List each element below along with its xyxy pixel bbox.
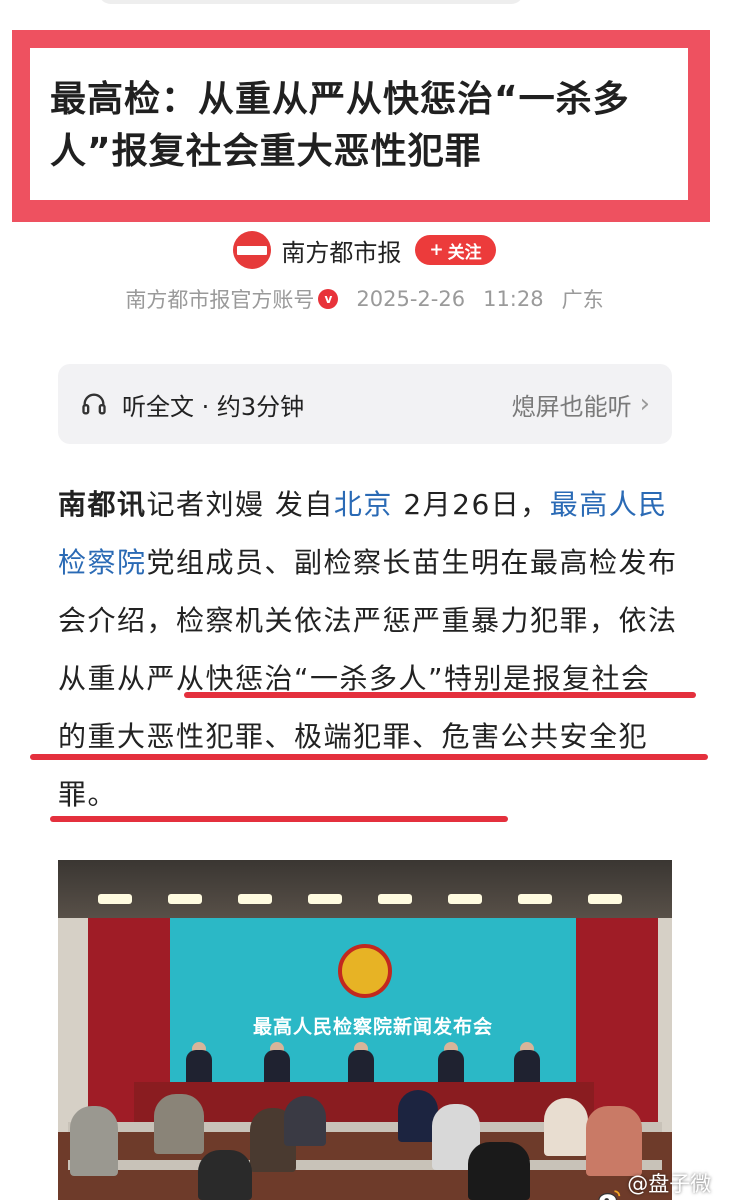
headphone-icon — [82, 393, 106, 415]
chevron-right-icon: › — [639, 389, 650, 419]
meta-row: 南方都市报官方账号 v 2025-2-26 11:28 广东 — [0, 282, 729, 316]
screen-off-listen-link[interactable]: 熄屏也能听 — [512, 387, 632, 422]
article-text-3: 党组成员、副检察长苗生明在最高检发布会介绍，检察机关依法严惩严重暴力犯罪，依法从… — [58, 546, 678, 811]
article-text-2: 2月26日， — [392, 488, 550, 521]
follow-label: 关注 — [447, 242, 482, 263]
screen-caption: 最高人民检察院新闻发布会 — [252, 1016, 493, 1038]
publish-time: 11:28 — [483, 287, 544, 311]
plus-icon: + — [429, 240, 444, 260]
article-body: 南都讯记者刘嫚 发自北京 2月26日，最高人民检察院党组成员、副检察长苗生明在最… — [58, 476, 678, 824]
publisher-logo-icon[interactable] — [233, 231, 272, 269]
article-lead: 南都讯 — [58, 488, 147, 521]
author-row: 南方都市报 + 关注 — [0, 230, 729, 270]
listen-bar[interactable]: 听全文 · 约3分钟 熄屏也能听 › — [58, 364, 672, 444]
highlight-underline-1 — [184, 692, 696, 698]
publish-location: 广东 — [561, 288, 604, 312]
headline-box: 最高检：从重从严从快惩治“一杀多 人”报复社会重大恶性犯罪 — [30, 48, 688, 200]
listen-label: 听全文 · 约3分钟 — [122, 392, 305, 421]
press-conference-photo: 最高人民检察院新闻发布会 — [58, 860, 672, 1200]
national-emblem-icon — [338, 944, 392, 998]
follow-button[interactable]: + 关注 — [415, 235, 496, 265]
highlight-underline-2 — [30, 754, 708, 760]
verified-icon: v — [318, 289, 339, 309]
city-link[interactable]: 北京 — [334, 488, 393, 521]
watermark-text: @盘子微谈 — [627, 1172, 712, 1196]
headline-line-1: 最高检：从重从严从快惩治“一杀多 — [50, 79, 630, 120]
publish-date: 2025-2-26 — [356, 287, 466, 311]
weibo-watermark: @盘子微谈 — [598, 1168, 729, 1200]
search-bar-remnant — [98, 0, 524, 4]
article-text-1: 记者刘嫚 发自 — [146, 488, 334, 521]
author-name[interactable]: 南方都市报 — [281, 233, 401, 268]
headline-line-2: 人”报复社会重大恶性犯罪 — [50, 131, 482, 172]
account-label: 南方都市报官方账号 — [125, 288, 315, 312]
highlight-underline-3 — [50, 816, 508, 822]
weibo-icon — [598, 1190, 621, 1200]
